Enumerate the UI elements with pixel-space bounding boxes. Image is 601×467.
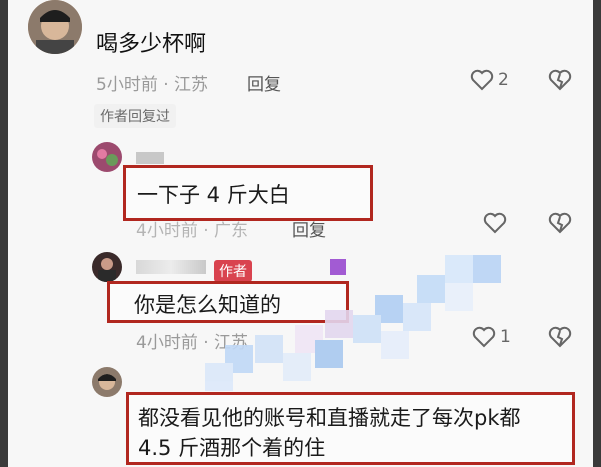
dislike-heart-icon[interactable] bbox=[548, 69, 572, 91]
like-count: 2 bbox=[498, 70, 509, 90]
mosaic-overlay bbox=[205, 255, 501, 391]
comment-text-line2: 4.5 斤酒那个着的住 bbox=[138, 436, 326, 460]
heart-icon[interactable] bbox=[483, 212, 507, 234]
heart-icon[interactable] bbox=[470, 69, 494, 91]
reply-button[interactable]: 回复 bbox=[292, 216, 326, 241]
comment-text-line1: 都没看见他的账号和直播就走了每次pk都 bbox=[138, 406, 521, 430]
avatar[interactable] bbox=[92, 142, 122, 172]
avatar[interactable] bbox=[92, 367, 122, 397]
dislike-heart-icon[interactable] bbox=[548, 326, 572, 348]
image-frame-right bbox=[593, 0, 601, 467]
comment-meta: 4小时前 · 广东 bbox=[136, 221, 249, 241]
dislike-heart-icon[interactable] bbox=[548, 212, 572, 234]
comment-text: 喝多少杯啊 bbox=[96, 32, 207, 57]
username-blurred bbox=[136, 152, 164, 164]
image-frame-left bbox=[0, 0, 8, 467]
reply-button[interactable]: 回复 bbox=[247, 70, 281, 95]
avatar[interactable] bbox=[92, 252, 122, 282]
author-replied-badge: 作者回复过 bbox=[94, 104, 176, 128]
avatar[interactable] bbox=[28, 0, 82, 54]
comment-meta: 5小时前 · 江苏 bbox=[96, 75, 209, 95]
comment-text: 一下子 4 斤大白 bbox=[137, 183, 290, 207]
